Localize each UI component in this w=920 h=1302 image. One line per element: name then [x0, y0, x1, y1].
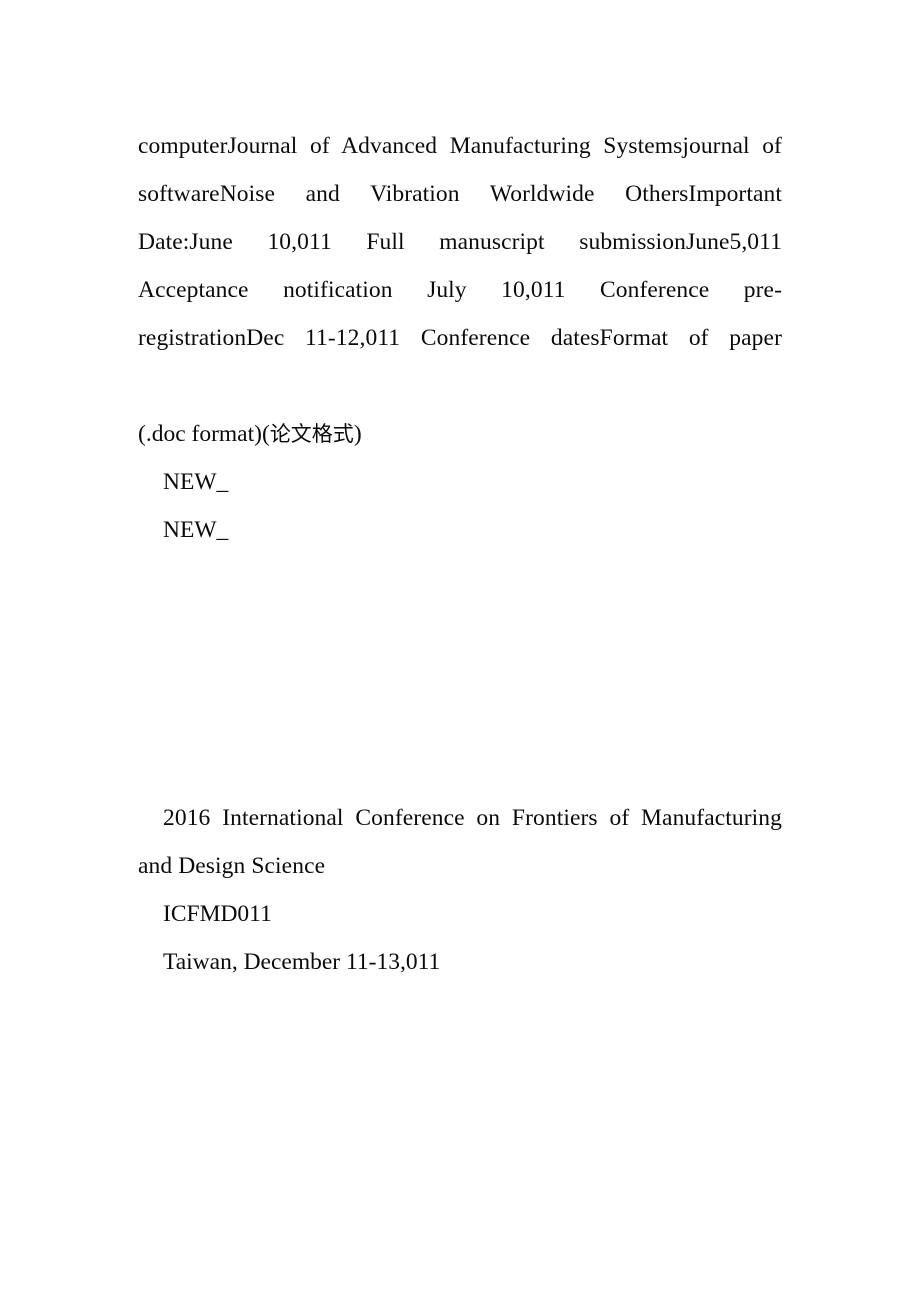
document-page: computerJournal of Advanced Manufacturin… [0, 0, 920, 1302]
paper-format-close-paren: ) [353, 421, 362, 447]
upper-text-block: computerJournal of Advanced Manufacturin… [138, 122, 782, 554]
paper-format-line: (.doc format)(论文格式) [138, 410, 782, 458]
new-marker-line-2: NEW_ [163, 517, 229, 543]
new-marker-line-1: NEW_ [163, 469, 229, 495]
paper-format-chinese: 论文格式 [269, 422, 354, 446]
schedule-paragraph: computerJournal of Advanced Manufacturin… [138, 133, 782, 351]
conference-title: 2016 International Conference on Frontie… [138, 805, 782, 879]
lower-text-block: 2016 International Conference on Frontie… [138, 794, 782, 986]
conference-code: ICFMD011 [163, 901, 272, 927]
paper-format-latin: (.doc format)( [138, 421, 270, 447]
conference-location-dates: Taiwan, December 11-13,011 [163, 949, 441, 975]
